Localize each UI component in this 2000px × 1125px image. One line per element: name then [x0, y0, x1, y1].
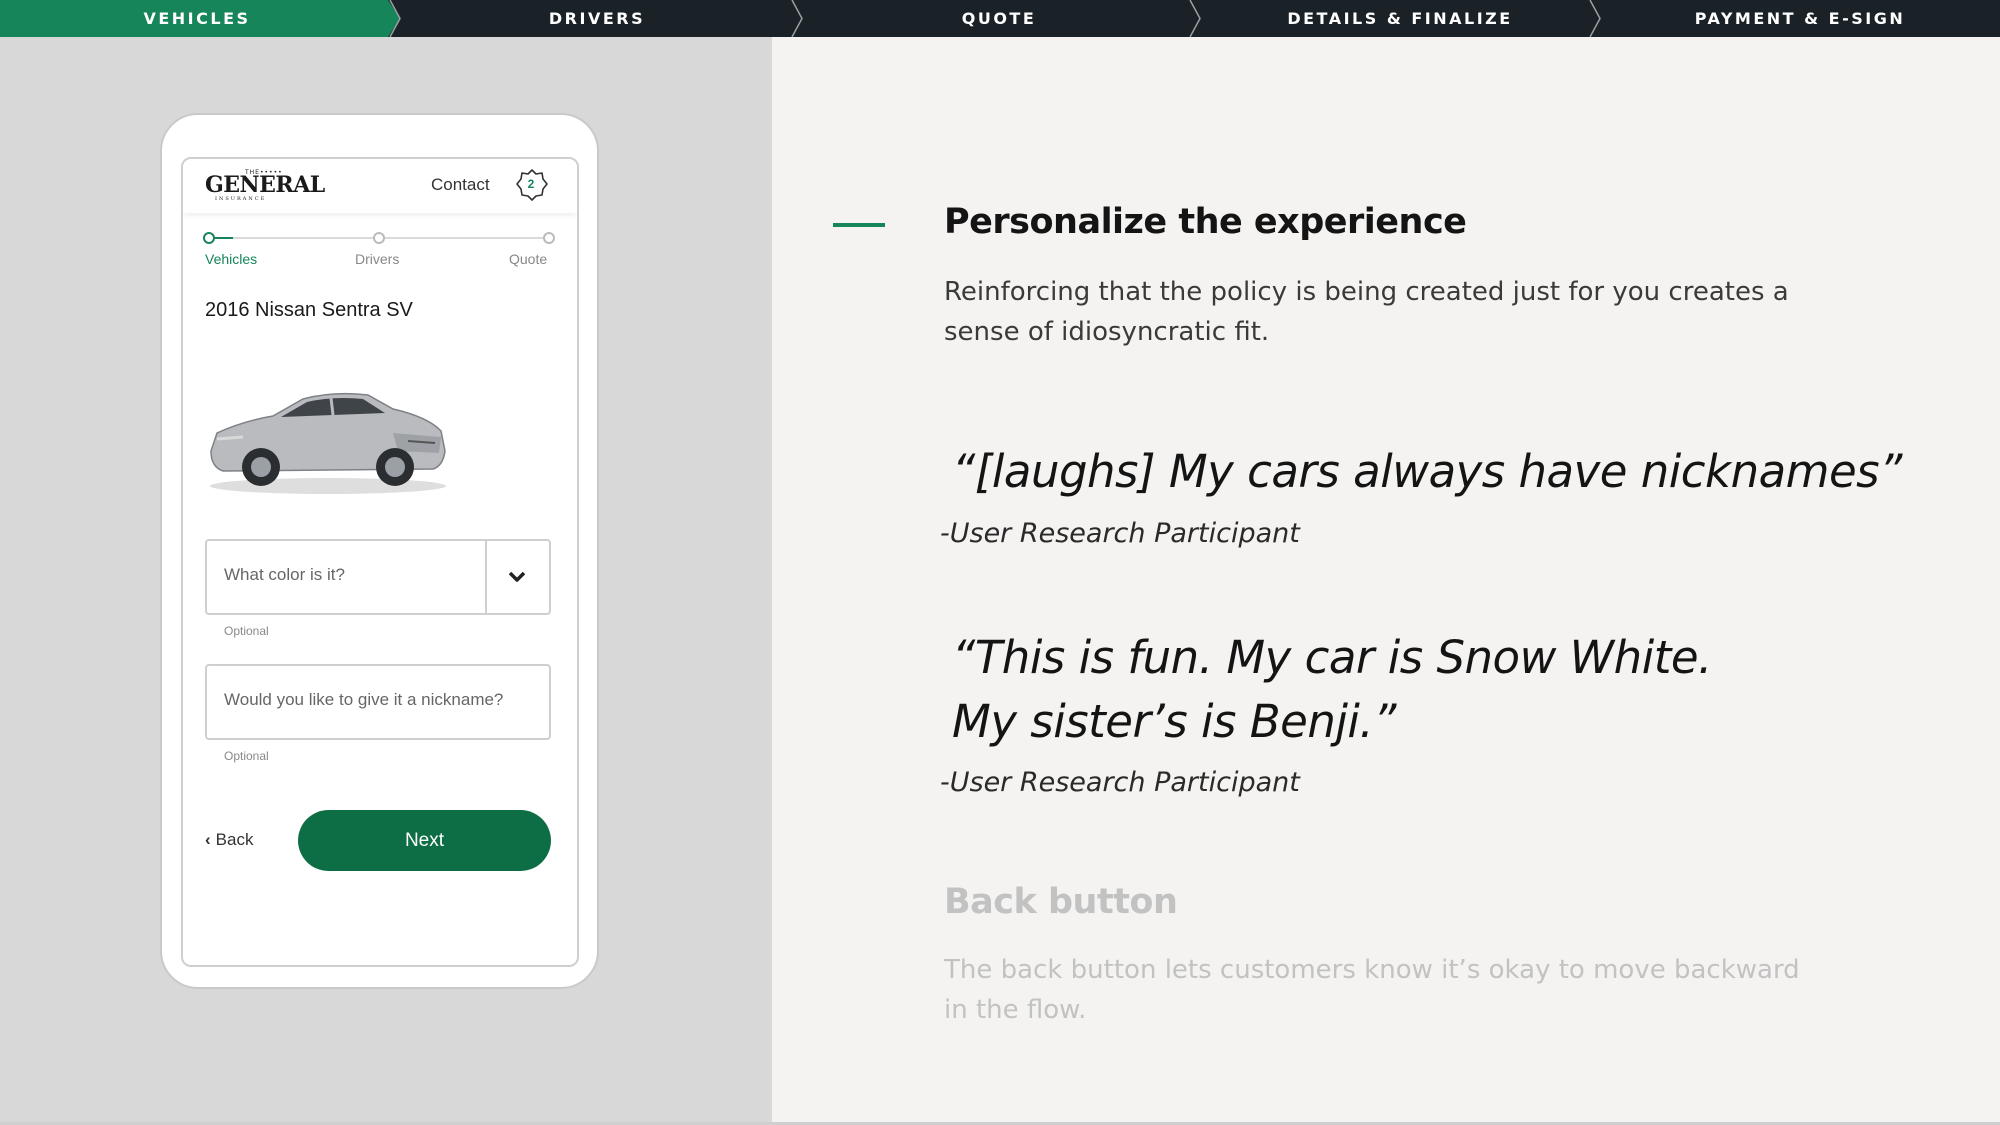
step-vehicles[interactable]: VEHICLES: [0, 0, 394, 37]
next-section-title: Back button: [944, 882, 1178, 922]
select-divider: [485, 541, 487, 613]
color-field-hint: Optional: [224, 624, 269, 638]
back-button-label: Back: [215, 830, 254, 849]
quote-2-line-2: My sister’s is Benji.”: [952, 695, 1397, 748]
color-select-placeholder: What color is it?: [224, 565, 345, 584]
section-description: Reinforcing that the policy is being cre…: [944, 277, 1789, 347]
quote-2-line-1: “This is fun. My car is Snow White.: [952, 631, 1712, 684]
step-drivers[interactable]: DRIVERS: [400, 0, 794, 37]
progress-label-vehicles[interactable]: Vehicles: [205, 251, 257, 267]
vehicle-name: 2016 Nissan Sentra SV: [205, 299, 413, 321]
cart-badge-icon[interactable]: 2: [514, 167, 550, 203]
progress-dot-quote: [543, 232, 555, 244]
contact-link[interactable]: Contact: [431, 175, 490, 195]
quote-1: “[laughs] My cars always have nicknames”: [952, 445, 1902, 498]
nickname-input[interactable]: Would you like to give it a nickname?: [205, 664, 551, 740]
nickname-input-placeholder: Would you like to give it a nickname?: [224, 690, 504, 709]
brand-logo[interactable]: THE••••• GENERAL INSURANCE: [205, 169, 325, 203]
chevron-down-icon[interactable]: [505, 567, 529, 587]
quote-1-attribution: -User Research Participant: [940, 518, 1300, 549]
step-details-finalize[interactable]: DETAILS & FINALIZE: [1200, 0, 1600, 37]
progress-label-quote[interactable]: Quote: [509, 251, 547, 267]
step-payment-esign[interactable]: PAYMENT & E-SIGN: [1600, 0, 2000, 37]
car-image: [203, 371, 453, 501]
color-select[interactable]: What color is it?: [205, 539, 551, 615]
chevron-left-icon: ‹: [205, 830, 211, 849]
progress-dot-drivers: [373, 232, 385, 244]
step-quote[interactable]: QUOTE: [800, 0, 1198, 37]
next-section-description: The back button lets customers know it’s…: [944, 955, 1800, 1025]
back-button[interactable]: ‹ Back: [205, 830, 253, 850]
phone-screen: THE••••• GENERAL INSURANCE Contact 2 Veh…: [181, 157, 579, 967]
accent-line: [833, 223, 885, 227]
step-navigation: VEHICLES DRIVERS QUOTE DETAILS & FINALIZ…: [0, 0, 2000, 37]
app-header: THE••••• GENERAL INSURANCE Contact 2: [183, 159, 577, 213]
next-button[interactable]: Next: [298, 810, 551, 871]
progress-label-drivers[interactable]: Drivers: [355, 251, 399, 267]
nickname-field-hint: Optional: [224, 749, 269, 763]
logo-wordmark: GENERAL: [205, 172, 325, 198]
quote-2-attribution: -User Research Participant: [940, 767, 1300, 798]
logo-subtitle: INSURANCE: [215, 196, 267, 202]
cart-count: 2: [527, 177, 535, 191]
section-title: Personalize the experience: [944, 202, 1467, 242]
progress-dot-vehicles: [203, 232, 215, 244]
